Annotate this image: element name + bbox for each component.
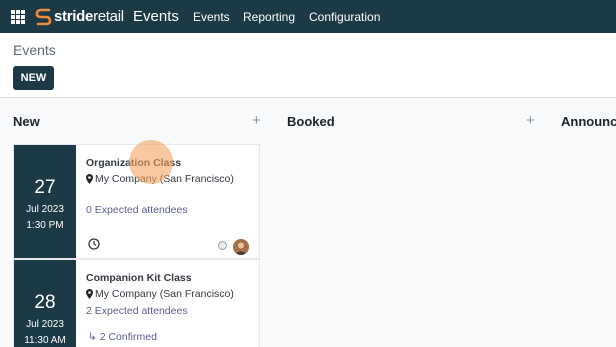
status-dot-icon[interactable] <box>218 241 227 250</box>
avatar[interactable] <box>233 239 249 255</box>
column-title-booked: Booked <box>287 114 335 129</box>
app-name[interactable]: Events <box>133 8 179 25</box>
event-name: Companion Kit Class <box>86 272 192 284</box>
expected-attendees-link[interactable]: 0 Expected attendees <box>86 204 188 216</box>
top-navbar: strideretail Events Events Reporting Con… <box>0 0 616 33</box>
column-title-new: New <box>13 114 40 129</box>
new-button[interactable]: NEW <box>13 66 54 90</box>
menu-configuration[interactable]: Configuration <box>309 10 380 24</box>
breadcrumb: Events <box>13 42 56 58</box>
expected-attendees-link[interactable]: 2 Expected attendees <box>86 305 188 317</box>
user-avatar-icon <box>233 239 249 255</box>
event-location-text: My Company (San Francisco) <box>95 288 234 300</box>
clock-icon[interactable] <box>88 238 100 250</box>
menu-events[interactable]: Events <box>193 10 230 24</box>
column-add-button-booked[interactable]: + <box>526 112 535 129</box>
event-card[interactable]: 28 Jul 2023 11:30 AM Companion Kit Class… <box>13 259 260 347</box>
column-add-button-new[interactable]: + <box>252 112 261 129</box>
event-time: 1:30 PM <box>26 220 64 231</box>
click-indicator <box>129 140 173 184</box>
event-month: Jul 2023 <box>26 319 64 330</box>
logo-mark-icon <box>35 8 52 25</box>
confirmed-attendees-link[interactable]: ↳ 2 Confirmed <box>88 331 157 343</box>
map-marker-icon <box>86 174 93 184</box>
event-month: Jul 2023 <box>26 204 64 215</box>
apps-menu-icon[interactable] <box>11 10 25 24</box>
event-date-block: 28 Jul 2023 11:30 AM <box>14 260 76 347</box>
column-title-announced: Announce <box>561 114 616 129</box>
event-day: 28 <box>34 292 56 313</box>
map-marker-icon <box>86 289 93 299</box>
menu-reporting[interactable]: Reporting <box>243 10 295 24</box>
brand-name: strideretail <box>54 8 124 25</box>
event-location: My Company (San Francisco) <box>86 288 234 300</box>
event-date-block: 27 Jul 2023 1:30 PM <box>14 145 76 258</box>
event-time: 11:30 AM <box>24 335 66 346</box>
brand-logo[interactable]: strideretail <box>35 6 124 27</box>
event-day: 27 <box>34 177 56 198</box>
